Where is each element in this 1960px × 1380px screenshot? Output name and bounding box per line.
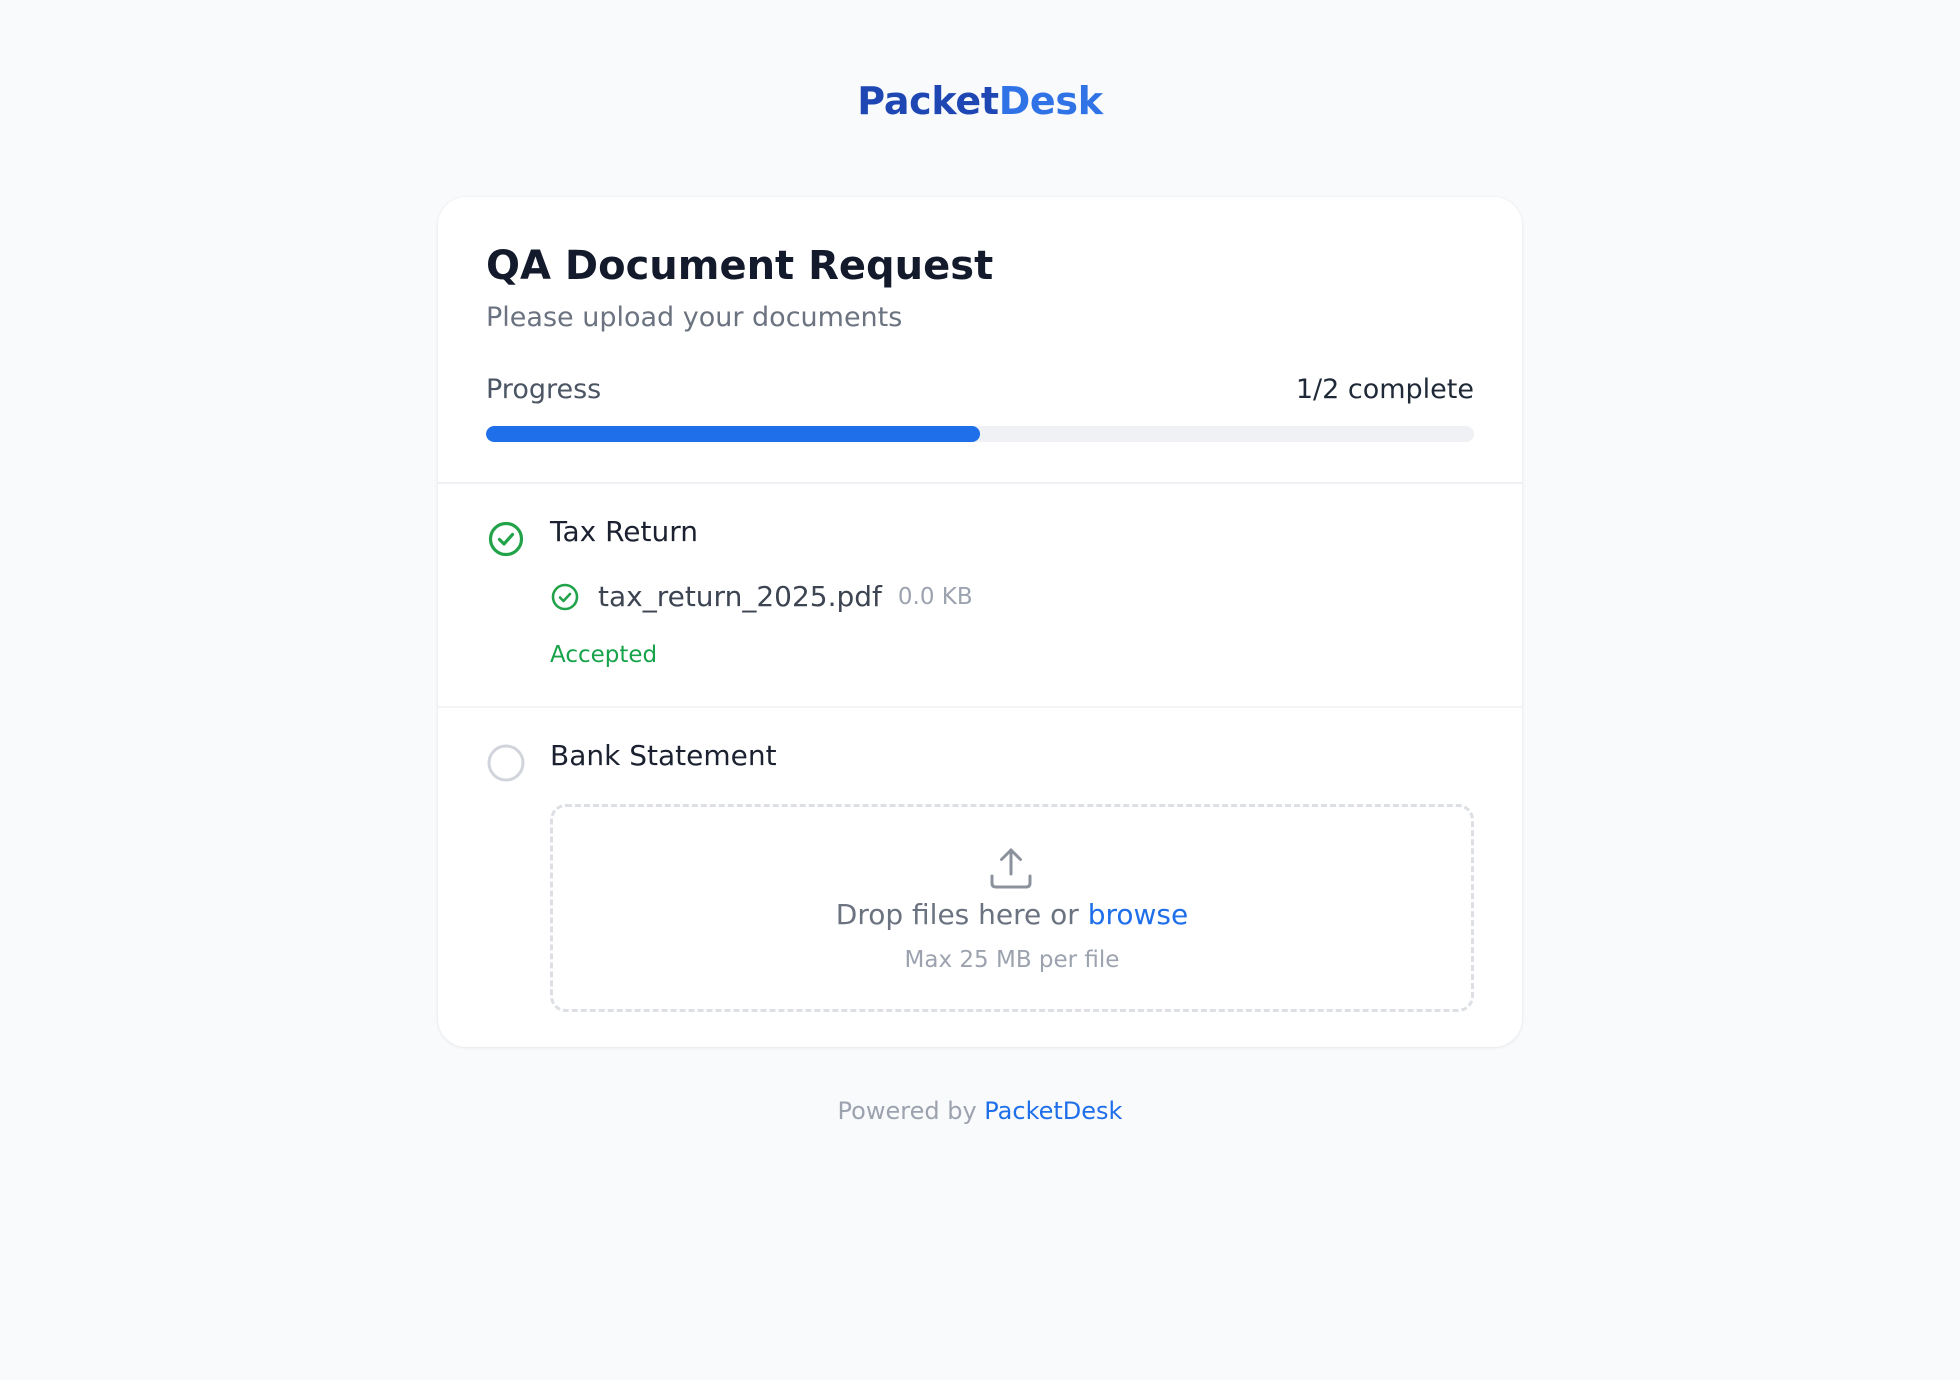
request-card: QA Document Request Please upload your d… [438, 197, 1522, 1047]
progress-label: Progress [486, 374, 602, 405]
document-item-tax-return: Tax Return tax_return_2025.pdf 0.0 KB Ac… [438, 484, 1522, 708]
card-header: QA Document Request Please upload your d… [438, 197, 1522, 484]
footer: Powered by PacketDesk [0, 1096, 1960, 1126]
page: PacketDesk QA Document Request Please up… [0, 0, 1960, 1380]
progress-count: 1/2 complete [1295, 374, 1474, 405]
empty-circle-icon [487, 744, 525, 782]
upload-icon [990, 848, 1032, 889]
footer-brand-link[interactable]: PacketDesk [984, 1097, 1122, 1125]
uploaded-file-size: 0.0 KB [897, 584, 973, 610]
document-item-name: Bank Statement [550, 739, 777, 772]
brand-logo-part1: Packet [857, 79, 999, 123]
progress-bar-fill [486, 426, 980, 442]
file-dropzone[interactable]: Drop files here or browse Max 25 MB per … [550, 804, 1474, 1012]
page-subtitle: Please upload your documents [486, 302, 903, 333]
browse-link[interactable]: browse [1088, 898, 1189, 931]
page-title: QA Document Request [486, 243, 994, 289]
brand-logo: PacketDesk [0, 78, 1960, 124]
dropzone-hint: Max 25 MB per file [904, 947, 1120, 973]
check-circle-icon [551, 583, 579, 611]
document-item-name: Tax Return [550, 515, 699, 548]
uploaded-file-name: tax_return_2025.pdf [598, 580, 882, 613]
dropzone-prompt: Drop files here or [835, 898, 1088, 931]
footer-prefix: Powered by [837, 1097, 985, 1125]
dropzone-text: Drop files here or browse [553, 897, 1471, 933]
progress-bar [486, 426, 1474, 442]
brand-logo-part2: Desk [998, 79, 1103, 123]
check-circle-icon [488, 521, 524, 557]
document-item-bank-statement: Bank Statement Drop files here or browse… [438, 708, 1522, 1047]
uploaded-file-row: tax_return_2025.pdf 0.0 KB [550, 579, 973, 615]
file-status-badge: Accepted [550, 642, 658, 668]
